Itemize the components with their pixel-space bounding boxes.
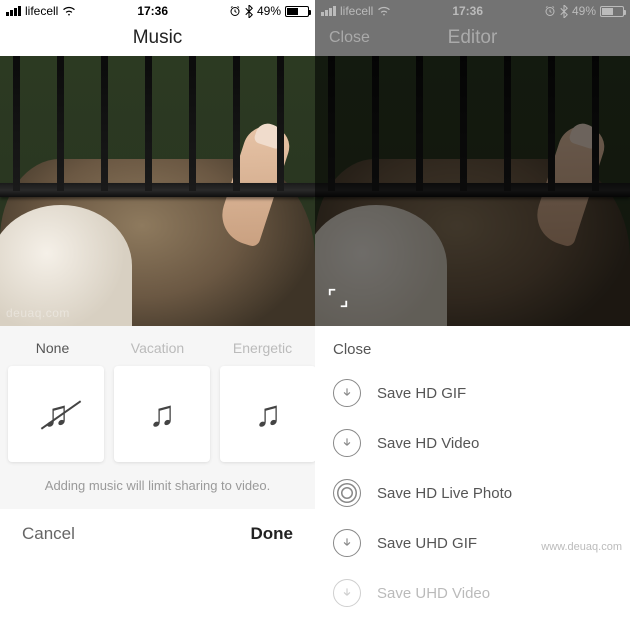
photo-preview <box>315 56 630 326</box>
music-tab-energetic[interactable]: Energetic <box>210 340 315 356</box>
close-button[interactable]: Close <box>329 29 370 47</box>
download-icon <box>333 529 361 557</box>
menu-save-hd-live-photo[interactable]: Save HD Live Photo <box>315 468 630 518</box>
menu-save-hd-video[interactable]: Save HD Video <box>315 418 630 468</box>
menu-save-uhd-video[interactable]: Save UHD Video <box>315 568 630 618</box>
music-hint: Adding music will limit sharing to video… <box>0 472 315 503</box>
sheet-close-button[interactable]: Close <box>315 341 630 368</box>
battery-pct: 49% <box>257 4 281 18</box>
download-icon <box>333 579 361 607</box>
carrier-label: lifecell <box>25 4 58 18</box>
live-photo-icon <box>333 479 361 507</box>
wifi-icon <box>62 6 76 16</box>
music-card-none[interactable]: ♫ <box>8 366 104 462</box>
download-icon <box>333 429 361 457</box>
cancel-button[interactable]: Cancel <box>22 524 75 544</box>
music-tab-none[interactable]: None <box>0 340 105 356</box>
alarm-icon <box>544 5 556 17</box>
music-note-icon: ♫ <box>149 393 176 435</box>
music-cards[interactable]: ♫ ♫ ♫ <box>0 362 315 472</box>
screen-music: lifecell 17:36 49% Music deuaq.com None … <box>0 0 315 559</box>
music-card-energetic[interactable]: ♫ <box>220 366 315 462</box>
carrier-label: lifecell <box>340 4 373 18</box>
status-left: lifecell <box>321 4 391 18</box>
wifi-icon <box>377 6 391 16</box>
menu-label: Save HD Video <box>377 435 479 452</box>
watermark: www.deuaq.com <box>541 541 622 553</box>
music-card-vacation[interactable]: ♫ <box>114 366 210 462</box>
menu-label: Save UHD GIF <box>377 535 477 552</box>
status-right: 49% <box>229 4 309 18</box>
status-bar: lifecell 17:36 49% <box>0 0 315 20</box>
battery-icon <box>600 6 624 17</box>
status-time: 17:36 <box>137 4 168 18</box>
crop-icon[interactable] <box>327 287 349 314</box>
bottom-bar: Cancel Done <box>0 509 315 559</box>
watermark: deuaq.com <box>6 306 70 320</box>
battery-icon <box>285 6 309 17</box>
music-tabs: None Vacation Energetic <box>0 332 315 362</box>
signal-icon <box>6 6 21 16</box>
download-icon <box>333 379 361 407</box>
music-tab-vacation[interactable]: Vacation <box>105 340 210 356</box>
top-nav: Close Editor <box>315 20 630 56</box>
done-button[interactable]: Done <box>251 524 294 544</box>
status-right: 49% <box>544 4 624 18</box>
menu-save-hd-gif[interactable]: Save HD GIF <box>315 368 630 418</box>
alarm-icon <box>229 5 241 17</box>
battery-pct: 49% <box>572 4 596 18</box>
menu-label: Save UHD Video <box>377 585 490 602</box>
screen-editor: lifecell 17:36 49% Close Editor Close <box>315 0 630 559</box>
music-note-icon: ♫ <box>255 393 282 435</box>
export-sheet: Close Save HD GIF Save HD Video Save HD … <box>315 327 630 559</box>
status-left: lifecell <box>6 4 76 18</box>
music-panel: None Vacation Energetic ♫ ♫ ♫ Adding mus… <box>0 326 315 509</box>
menu-label: Save HD Live Photo <box>377 485 512 502</box>
music-off-icon: ♫ <box>43 393 70 435</box>
menu-label: Save HD GIF <box>377 385 466 402</box>
photo-preview: deuaq.com <box>0 56 315 326</box>
status-bar: lifecell 17:36 49% <box>315 0 630 20</box>
bluetooth-icon <box>245 5 253 18</box>
signal-icon <box>321 6 336 16</box>
bluetooth-icon <box>560 5 568 18</box>
page-title: Editor <box>448 27 498 49</box>
status-time: 17:36 <box>452 4 483 18</box>
top-nav: Music <box>0 20 315 56</box>
page-title: Music <box>133 27 183 49</box>
